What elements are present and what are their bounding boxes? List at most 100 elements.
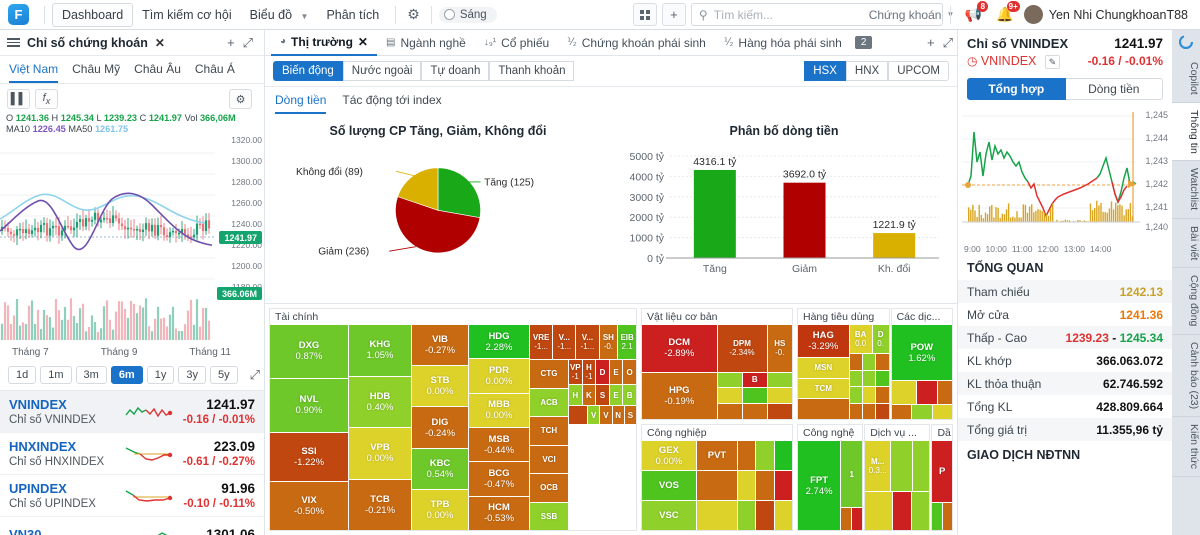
treemap-tile[interactable]: B: [742, 372, 767, 388]
treemap-tile[interactable]: VIB -0.27%: [412, 325, 468, 366]
range-1y[interactable]: 1y: [146, 366, 175, 384]
treemap-tile[interactable]: [742, 388, 767, 404]
treemap-tile[interactable]: HPG -0.19%: [642, 372, 717, 420]
treemap-tile[interactable]: [891, 405, 912, 420]
treemap-tile[interactable]: 1: [841, 441, 863, 508]
treemap-tile[interactable]: KBC 0.54%: [412, 448, 468, 489]
treemap-tile[interactable]: [767, 404, 792, 420]
treemap-tile[interactable]: [891, 441, 912, 491]
treemap-tile[interactable]: [756, 501, 774, 530]
search-category-label[interactable]: Chứng khoán: [869, 8, 942, 22]
treemap-tile[interactable]: DIG -0.24%: [412, 407, 468, 448]
treemap-tile[interactable]: [932, 405, 952, 420]
region-tab-chau-my[interactable]: Châu Mỹ: [72, 62, 120, 83]
filter-bien-dong[interactable]: Biến động: [273, 61, 343, 81]
treemap-tile[interactable]: [892, 491, 911, 530]
search-input[interactable]: [713, 7, 869, 22]
treemap-tile[interactable]: [876, 403, 889, 420]
filter-tu-doanh[interactable]: Tự doanh: [421, 61, 490, 81]
filter-thanh-khoan[interactable]: Thanh khoản: [489, 61, 575, 81]
treemap-tile[interactable]: [912, 405, 932, 420]
expand-icon[interactable]: ⤢: [239, 35, 257, 51]
treemap-tile[interactable]: [849, 354, 862, 370]
treemap-tile[interactable]: HDB 0.40%: [349, 376, 411, 427]
treemap-tile[interactable]: CTG: [530, 360, 568, 388]
treemap-tile[interactable]: HS -0.: [767, 325, 792, 372]
treemap-tile[interactable]: TCM: [798, 378, 849, 399]
bar-chart-svg[interactable]: 5000 tỷ4000 tỷ3000 tỷ2000 tỷ1000 tỷ0 tỷ …: [611, 138, 957, 288]
treemap-tile[interactable]: [569, 406, 587, 424]
expand-icon[interactable]: ⤢: [939, 35, 957, 51]
tab-hang-hoa-phai-sinh[interactable]: ⅟₂ Hàng hóa phái sinh: [715, 31, 851, 55]
edit-pencil-icon[interactable]: ✎: [1044, 55, 1061, 69]
treemap-tile[interactable]: M... 0.3...: [865, 441, 891, 491]
treemap-tile[interactable]: P: [932, 441, 952, 502]
treemap-tile[interactable]: FPT 2.74%: [798, 441, 841, 530]
treemap-tile[interactable]: [865, 491, 892, 530]
treemap-tile[interactable]: [717, 372, 742, 388]
exchange-upcom[interactable]: UPCOM: [888, 61, 949, 81]
exchange-hsx[interactable]: HSX: [804, 61, 846, 81]
tab-overflow-badge[interactable]: 2: [854, 36, 873, 49]
treemap-tile[interactable]: [937, 381, 952, 405]
sector-treemap[interactable]: Tài chính DXG 0.87% NVL 0.90% SSI -1.22%…: [265, 304, 957, 535]
rail-item-kien-thuc[interactable]: Kiến thức: [1172, 417, 1200, 477]
treemap-tile[interactable]: [876, 370, 889, 387]
treemap-tile[interactable]: [756, 441, 774, 471]
treemap-tile[interactable]: H: [569, 385, 582, 405]
settings-gear-icon[interactable]: ⚙: [403, 6, 424, 23]
region-tab-viet-nam[interactable]: Việt Nam: [9, 62, 59, 83]
range-3y[interactable]: 3y: [178, 366, 206, 384]
treemap-tile[interactable]: K: [582, 385, 596, 405]
treemap-tile[interactable]: [849, 370, 862, 387]
treemap-tile[interactable]: [891, 381, 916, 405]
segment-tong-hop[interactable]: Tổng hợp: [967, 78, 1066, 100]
range-6m[interactable]: 6m: [110, 366, 143, 384]
treemap-tile[interactable]: [932, 502, 942, 530]
region-tab-chau-a[interactable]: Châu Á: [195, 62, 235, 83]
tab-thi-truong[interactable]: ◕ Thị trường ✕: [271, 30, 377, 56]
treemap-tile[interactable]: [862, 403, 876, 420]
add-tab-icon[interactable]: +: [923, 35, 939, 50]
exchange-hnx[interactable]: HNX: [845, 61, 889, 81]
user-name[interactable]: Yen Nhi ChungkhoanT88: [1049, 8, 1192, 22]
nav-bieu-do[interactable]: Biểu đồ ▼: [241, 4, 318, 26]
close-icon[interactable]: ✕: [358, 35, 368, 49]
treemap-tile[interactable]: [696, 501, 738, 530]
treemap-tile[interactable]: [738, 441, 756, 471]
add-widget-button[interactable]: +: [661, 3, 686, 26]
treemap-tile[interactable]: MSN: [798, 357, 849, 378]
treemap-tile[interactable]: KHG 1.05%: [349, 325, 411, 376]
list-item[interactable]: VNINDEX Chỉ số VNINDEX 1241.97 -0.16 / -…: [0, 391, 264, 433]
treemap-tile[interactable]: [862, 387, 876, 403]
treemap-tile[interactable]: [738, 471, 756, 501]
treemap-tile[interactable]: OCB: [530, 474, 568, 502]
rail-item-cong-dong[interactable]: Cộng đồng: [1172, 268, 1200, 335]
range-5y[interactable]: 5y: [209, 366, 238, 384]
treemap-tile[interactable]: DXG 0.87%: [270, 325, 348, 378]
range-3m[interactable]: 3m: [75, 366, 107, 384]
treemap-tile[interactable]: S: [596, 385, 609, 405]
global-search[interactable]: ⚲ Chứng khoán ▼: [690, 3, 954, 26]
treemap-tile[interactable]: HAG -3.29%: [798, 325, 849, 357]
treemap-tile[interactable]: [876, 387, 889, 403]
nav-phan-tich[interactable]: Phân tích: [317, 4, 388, 26]
treemap-tile[interactable]: S: [624, 406, 636, 424]
avatar[interactable]: [1023, 5, 1043, 24]
treemap-tile[interactable]: TCB -0.21%: [349, 479, 411, 530]
treemap-tile[interactable]: NVL 0.90%: [270, 378, 348, 432]
rail-item-watchlist[interactable]: Watchlist: [1172, 161, 1200, 219]
treemap-tile[interactable]: [912, 441, 930, 491]
treemap-tile[interactable]: [911, 491, 930, 530]
rail-item-canh-bao[interactable]: Cảnh báo (23): [1172, 335, 1200, 417]
treemap-tile[interactable]: [756, 471, 774, 501]
treemap-tile[interactable]: MBB 0.00%: [469, 393, 529, 427]
treemap-tile[interactable]: O: [623, 360, 636, 384]
treemap-tile[interactable]: [876, 354, 889, 370]
treemap-tile[interactable]: [742, 404, 767, 420]
treemap-tile[interactable]: HCM -0.53%: [469, 496, 529, 530]
add-icon[interactable]: +: [223, 35, 239, 50]
copilot-icon[interactable]: [1178, 30, 1194, 55]
treemap-tile[interactable]: GEX 0.00%: [642, 441, 696, 471]
candlestick-type-icon[interactable]: ▌▌: [7, 89, 30, 109]
